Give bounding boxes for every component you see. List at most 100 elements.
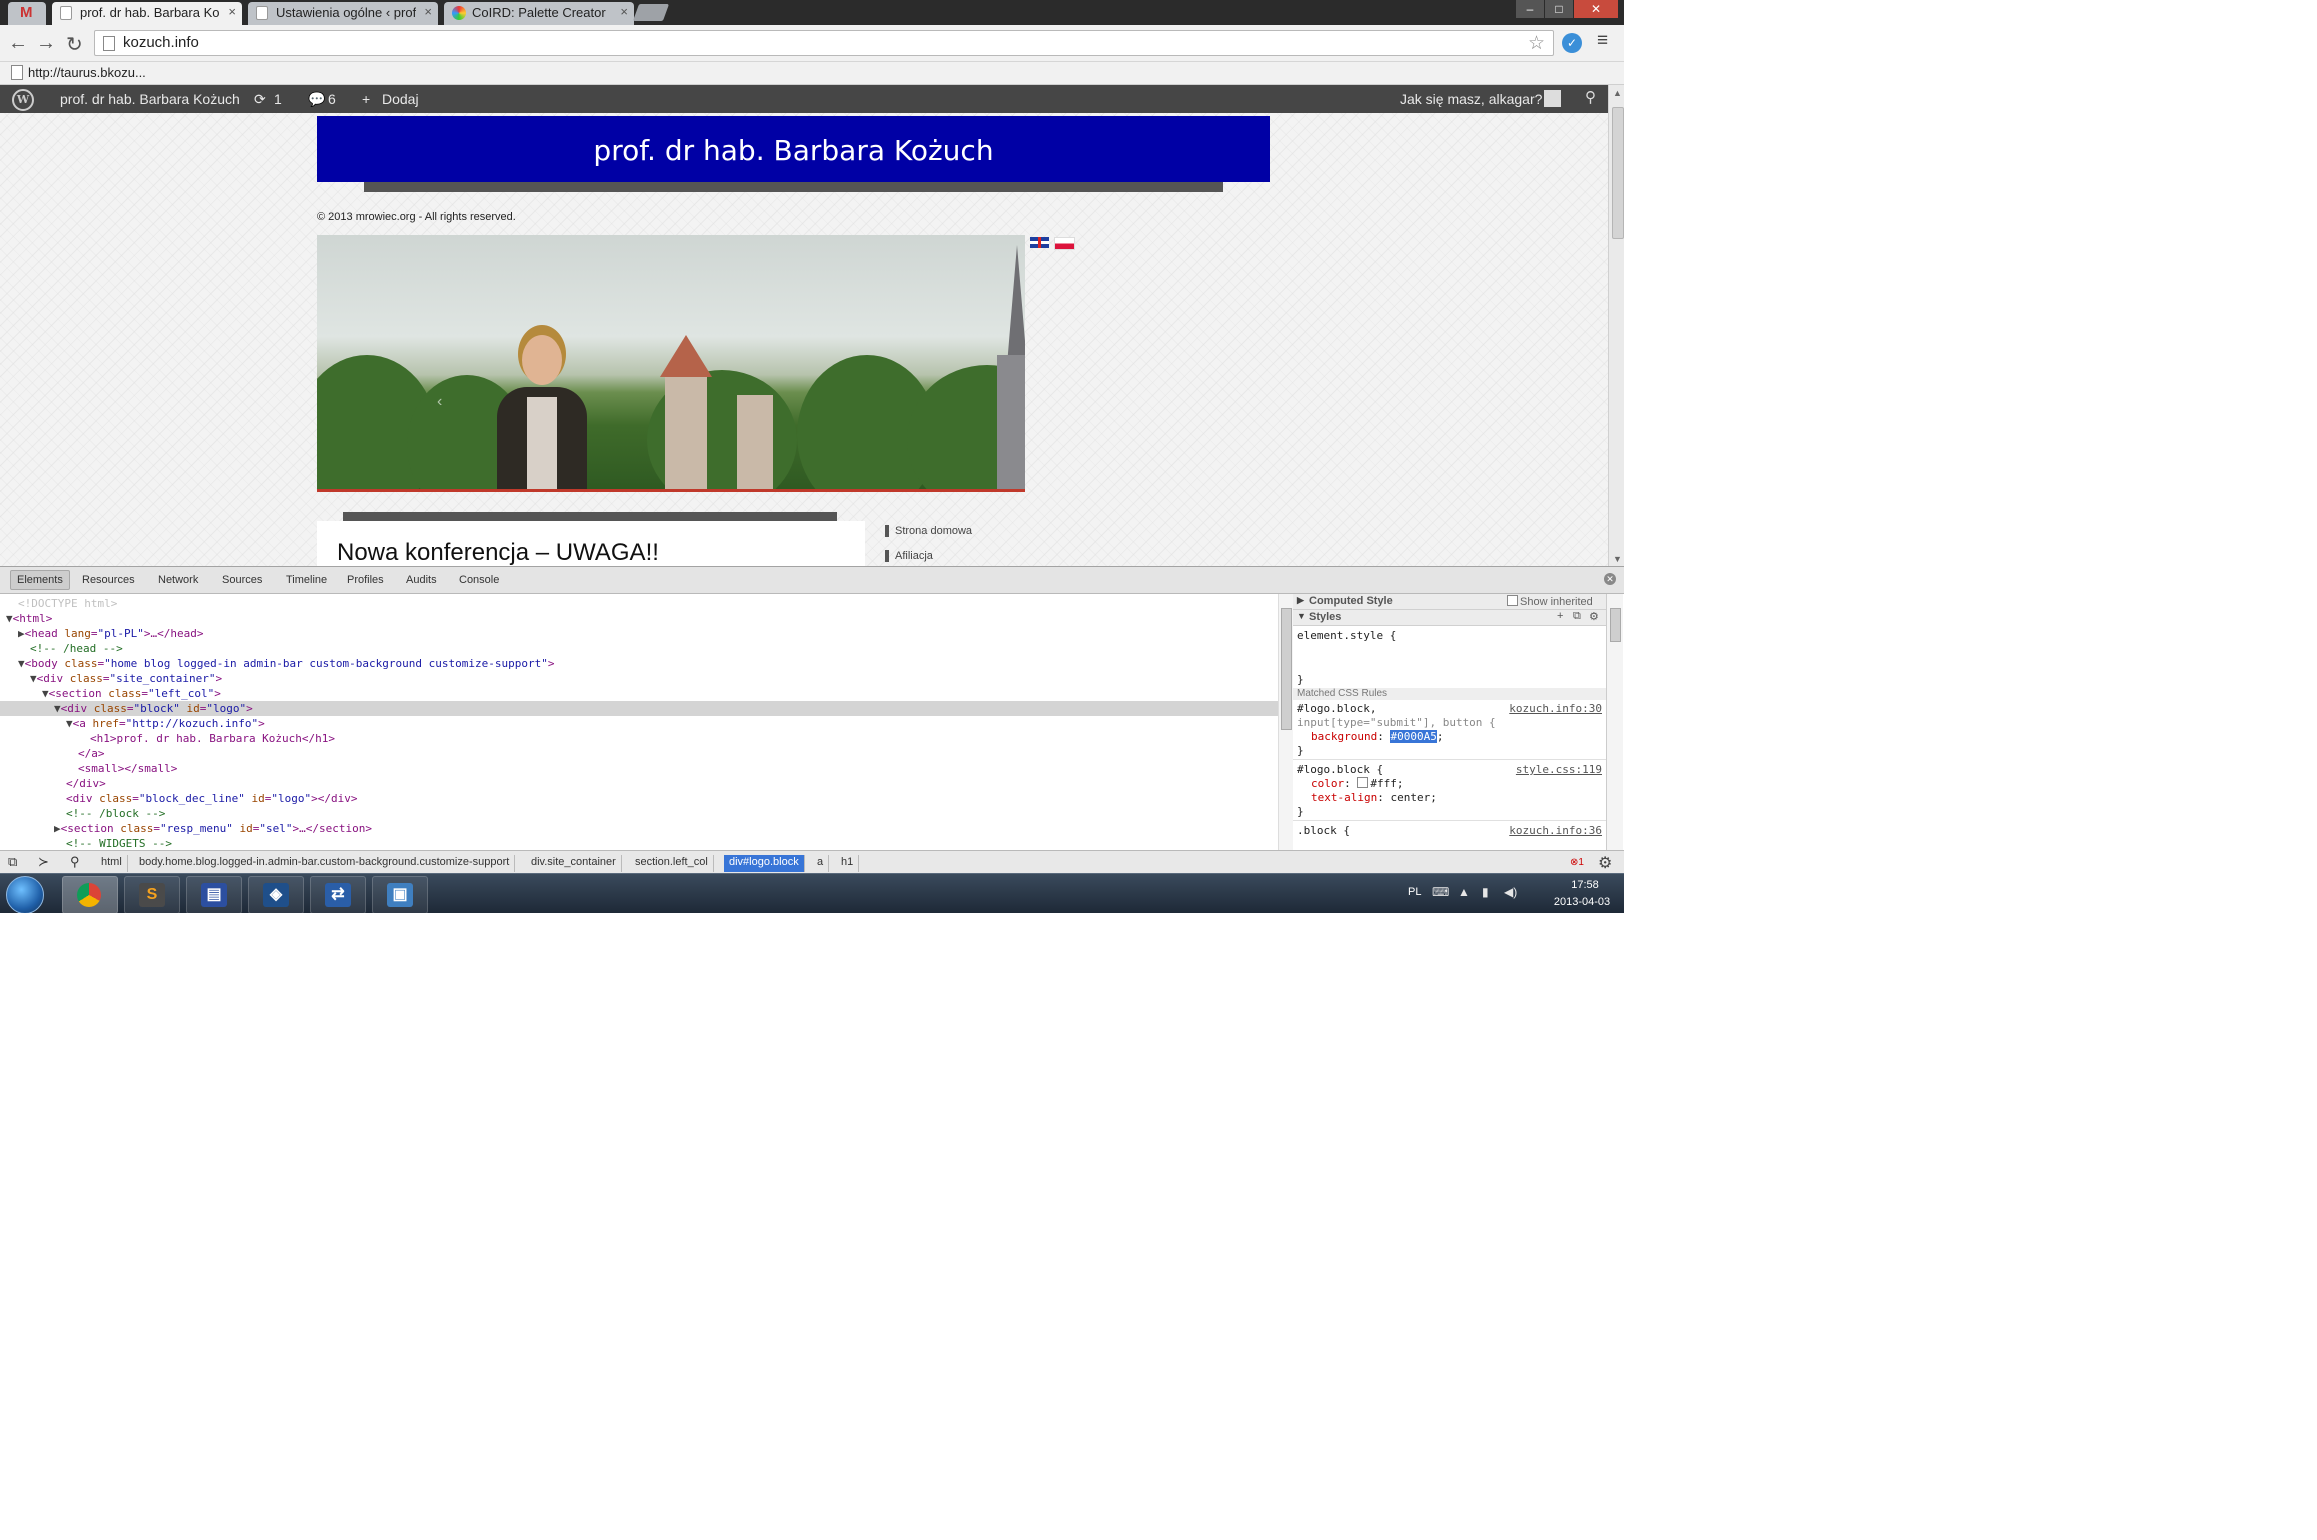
- dom-node[interactable]: </a>: [0, 746, 1278, 761]
- inspect-search-icon[interactable]: ⚲: [70, 854, 80, 870]
- dom-node-selected[interactable]: ▼<div class="block" id="logo">: [0, 701, 1278, 716]
- collapse-triangle-icon[interactable]: ▶: [0, 822, 61, 835]
- computed-style-header[interactable]: ▶ Computed Style Show inherited: [1293, 594, 1606, 610]
- bookmark-item[interactable]: http://taurus.bkozu...: [28, 65, 146, 80]
- breadcrumb[interactable]: a: [812, 855, 830, 872]
- dom-node[interactable]: <!-- WIDGETS -->: [0, 836, 1278, 850]
- dom-node[interactable]: <!-- /head -->: [0, 641, 1278, 656]
- forward-icon[interactable]: →: [36, 32, 56, 55]
- color-swatch[interactable]: [1357, 777, 1369, 788]
- dom-node[interactable]: ▼<body class="home blog logged-in admin-…: [0, 656, 1278, 671]
- extension-icon[interactable]: ✓: [1562, 33, 1582, 53]
- comments-count[interactable]: 6: [328, 91, 336, 107]
- scrollbar-thumb[interactable]: [1281, 608, 1292, 730]
- collapse-triangle-icon[interactable]: ▶: [0, 627, 25, 640]
- gmail-pinned-tab[interactable]: M: [8, 2, 46, 25]
- dom-node[interactable]: <div class="block_dec_line" id="logo"></…: [0, 791, 1278, 806]
- expand-triangle-icon[interactable]: ▼: [0, 612, 13, 625]
- dom-node[interactable]: ▼<a href="http://kozuch.info">: [0, 716, 1278, 731]
- maximize-button[interactable]: □: [1545, 0, 1573, 18]
- tab-ustawienia[interactable]: Ustawienia ogólne ‹ prof. ×: [248, 2, 438, 25]
- chrome-menu-icon[interactable]: ≡: [1597, 30, 1608, 52]
- dom-node[interactable]: <small></small>: [0, 761, 1278, 776]
- dom-node[interactable]: ▼<div class="site_container">: [0, 671, 1278, 686]
- dom-node[interactable]: <!-- /block -->: [0, 806, 1278, 821]
- scrollbar-thumb[interactable]: [1612, 107, 1624, 239]
- styles-header[interactable]: ▼ Styles + ⧉ ⚙: [1293, 610, 1606, 626]
- show-hidden-icons[interactable]: ▲: [1458, 885, 1470, 899]
- element-style-rule[interactable]: element.style {: [1297, 629, 1396, 642]
- tab-elements[interactable]: Elements: [10, 570, 70, 590]
- scroll-down-icon[interactable]: ▼: [1613, 554, 1622, 564]
- rule-source-link[interactable]: kozuch.info:36: [1509, 824, 1602, 837]
- post-title[interactable]: Nowa konferencja – UWAGA!!: [337, 539, 659, 566]
- start-button[interactable]: [6, 876, 44, 913]
- rule-selector[interactable]: #logo.block {: [1297, 763, 1383, 776]
- search-icon[interactable]: ⚲: [1585, 88, 1596, 106]
- comments-icon[interactable]: 💬: [308, 91, 325, 108]
- carousel-prev-icon[interactable]: ‹: [437, 393, 442, 411]
- add-new-link[interactable]: Dodaj: [382, 91, 419, 107]
- expand-triangle-icon[interactable]: ▼: [0, 687, 49, 700]
- scrollbar-thumb[interactable]: [1610, 608, 1621, 642]
- breadcrumb[interactable]: section.left_col: [630, 855, 714, 872]
- expand-triangle-icon[interactable]: ▼: [0, 702, 61, 715]
- language-indicator[interactable]: PL: [1408, 886, 1421, 898]
- taskbar-network-app[interactable]: ⇄: [310, 876, 366, 913]
- tab-close-icon[interactable]: ×: [620, 4, 628, 19]
- console-drawer-icon[interactable]: ≻: [38, 854, 49, 870]
- rule-selector[interactable]: input[type="submit"], button {: [1297, 716, 1496, 729]
- updates-count[interactable]: 1: [274, 91, 282, 107]
- page-scrollbar[interactable]: ▲ ▼: [1608, 85, 1624, 566]
- dom-node[interactable]: <!DOCTYPE html>: [0, 596, 1278, 611]
- rule-source-link[interactable]: kozuch.info:30: [1509, 702, 1602, 715]
- error-count-badge[interactable]: ⊗1: [1570, 857, 1584, 868]
- expand-triangle-icon[interactable]: ▼: [0, 717, 73, 730]
- clock-date[interactable]: 2013-04-03: [1537, 896, 1624, 908]
- address-bar[interactable]: kozuch.info ☆: [94, 30, 1554, 56]
- rule-selector[interactable]: #logo.block,: [1297, 702, 1376, 715]
- tab-console[interactable]: Console: [459, 574, 499, 586]
- css-value-editing[interactable]: #0000A5: [1390, 730, 1437, 743]
- breadcrumb[interactable]: div.site_container: [526, 855, 622, 872]
- devtools-settings-icon[interactable]: ⚙: [1598, 853, 1612, 873]
- breadcrumb[interactable]: html: [96, 855, 128, 872]
- show-inherited-checkbox[interactable]: Show inherited: [1507, 595, 1593, 608]
- account-greeting[interactable]: Jak się masz, alkagar?: [1400, 91, 1542, 107]
- site-logo-block[interactable]: prof. dr hab. Barbara Kożuch: [317, 116, 1270, 182]
- site-title[interactable]: prof. dr hab. Barbara Kożuch: [317, 134, 1270, 167]
- keyboard-icon[interactable]: ⌨: [1432, 885, 1449, 899]
- taskbar-remote-desktop[interactable]: ▣: [372, 876, 428, 913]
- dom-node[interactable]: <h1>prof. dr hab. Barbara Kożuch</h1>: [0, 731, 1278, 746]
- dom-node[interactable]: ▶<section class="resp_menu" id="sel">…</…: [0, 821, 1278, 836]
- tab-audits[interactable]: Audits: [406, 574, 437, 586]
- breadcrumb[interactable]: h1: [836, 855, 860, 872]
- polish-flag-icon[interactable]: [1054, 237, 1075, 250]
- breadcrumb-active[interactable]: div#logo.block: [724, 855, 805, 872]
- taskbar-save-app[interactable]: ▤: [186, 876, 242, 913]
- add-new-icon[interactable]: +: [362, 91, 370, 107]
- reload-icon[interactable]: ↻: [66, 32, 83, 57]
- dom-node[interactable]: ▼<section class="left_col">: [0, 686, 1278, 701]
- settings-gear-icon[interactable]: ⚙: [1589, 610, 1599, 623]
- tab-timeline[interactable]: Timeline: [286, 574, 327, 586]
- expand-triangle-icon[interactable]: ▼: [0, 657, 25, 670]
- sidebar-item-afiliacja[interactable]: Afiliacja: [885, 550, 933, 562]
- css-declaration[interactable]: text-align: center;: [1311, 791, 1437, 804]
- scroll-up-icon[interactable]: ▲: [1613, 88, 1622, 98]
- tab-resources[interactable]: Resources: [82, 574, 135, 586]
- close-window-button[interactable]: ✕: [1574, 0, 1618, 18]
- back-icon[interactable]: ←: [8, 32, 28, 55]
- sidebar-item-strona-domowa[interactable]: Strona domowa: [885, 525, 972, 537]
- bookmark-star-icon[interactable]: ☆: [1528, 32, 1545, 55]
- rule-selector[interactable]: .block {: [1297, 824, 1350, 837]
- tab-network[interactable]: Network: [158, 574, 198, 586]
- dom-tree-scrollbar[interactable]: [1278, 594, 1294, 850]
- clock-time[interactable]: 17:58: [1555, 879, 1615, 891]
- dock-icon[interactable]: ⧉: [8, 854, 17, 870]
- wordpress-logo-icon[interactable]: W: [12, 89, 34, 111]
- avatar[interactable]: [1544, 90, 1561, 107]
- taskbar-sublime[interactable]: S: [124, 876, 180, 913]
- styles-scrollbar[interactable]: [1606, 594, 1623, 850]
- tab-close-icon[interactable]: ×: [228, 4, 236, 19]
